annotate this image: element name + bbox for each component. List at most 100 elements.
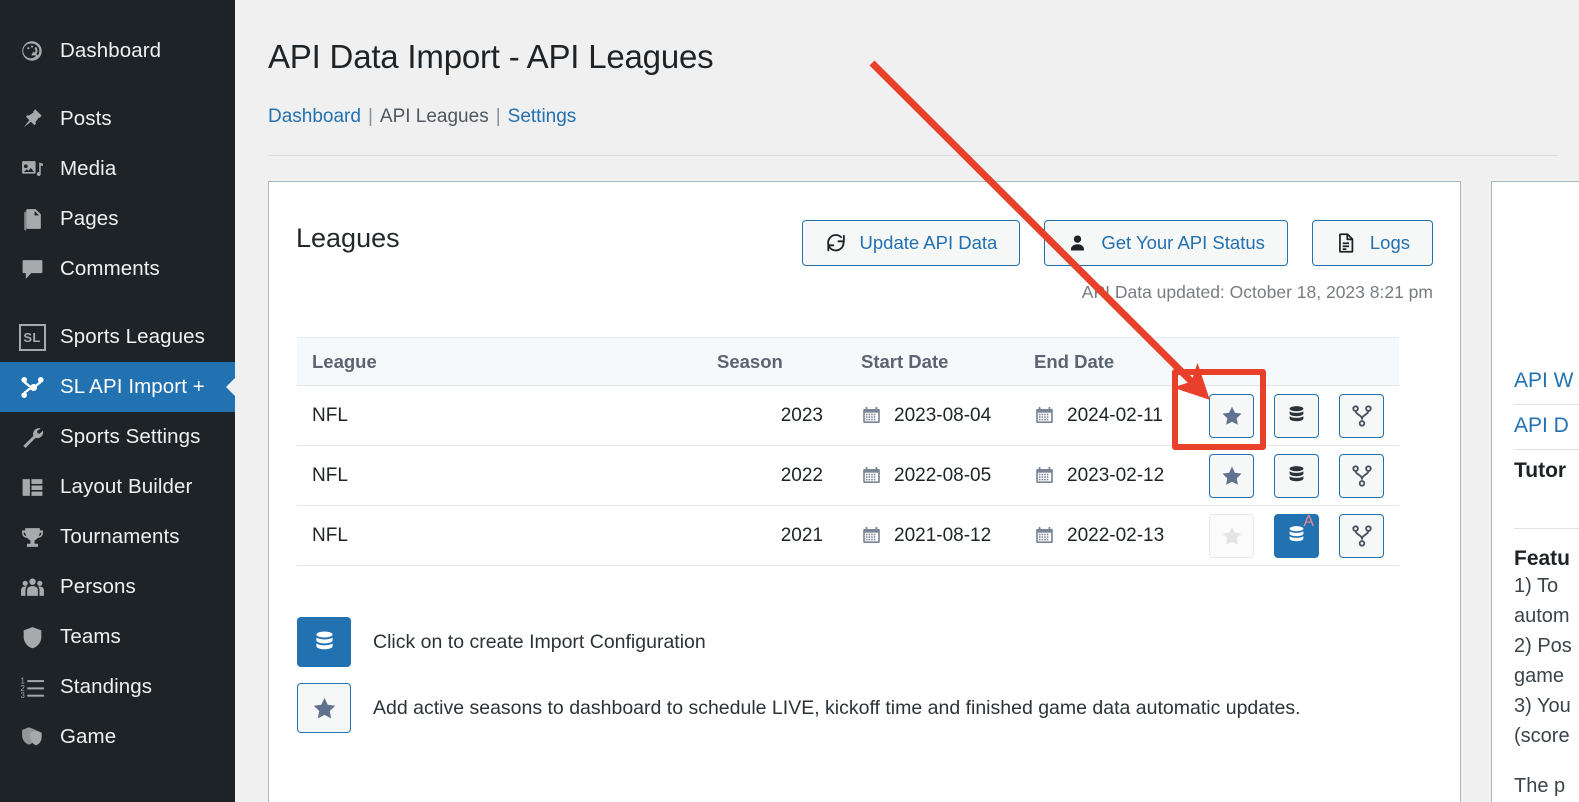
- legend-text: Add active seasons to dashboard to sched…: [373, 696, 1301, 719]
- sidebar-item-standings[interactable]: 1 2 3 Standings: [0, 662, 235, 712]
- toolbar-button-label: Get Your API Status: [1101, 232, 1265, 253]
- cell-end-date: 2024-02-11: [1019, 385, 1209, 446]
- side-panel-feature-line: 2) Pos: [1514, 635, 1572, 657]
- side-panel-trailing-line: The p: [1514, 775, 1566, 797]
- side-panel-features-heading: Featu: [1514, 547, 1571, 570]
- sidebar-item-label: Standings: [60, 675, 153, 698]
- sidebar-separator: [0, 76, 235, 94]
- card-title: Leagues: [296, 223, 400, 253]
- side-panel-inner: API W API D Tutor Featu 1) To autom 2) Pos…: [1492, 182, 1579, 801]
- calendar-icon: [1034, 405, 1055, 426]
- sidebar-item-label: Pages: [60, 207, 119, 230]
- cell-actions: [1209, 445, 1399, 506]
- branch-button[interactable]: [1339, 513, 1384, 558]
- cell-start-date: 2021-08-12: [837, 505, 1019, 566]
- sl-badge-icon: SL: [18, 323, 46, 351]
- breadcrumb-item-dashboard[interactable]: Dashboard: [268, 106, 361, 127]
- cell-start-date: 2022-08-05: [837, 445, 1019, 506]
- cell-league: NFL: [297, 505, 717, 566]
- side-panel-feature-line: game: [1514, 665, 1565, 687]
- breadcrumb-item-api-leagues: API Leagues: [379, 106, 489, 127]
- side-panel-feature-line: 3) You: [1514, 695, 1571, 717]
- sidebar-item-game[interactable]: Game: [0, 712, 235, 762]
- ordered-list-icon: 123: [12, 675, 52, 700]
- branch-button[interactable]: [1339, 393, 1384, 438]
- sidebar-item-label: Teams: [60, 625, 121, 648]
- database-button[interactable]: [1274, 453, 1319, 498]
- date-value-wrap: 2023-02-12: [1034, 465, 1209, 487]
- cell-season: 2022: [717, 445, 837, 506]
- sidebar-item-posts[interactable]: Posts: [0, 94, 235, 144]
- column-header-start-date: Start Date: [837, 337, 1019, 386]
- sidebar-item-label: SL API Import +: [60, 375, 205, 398]
- cell-actions: [1209, 385, 1399, 446]
- sidebar-item-dashboard[interactable]: Dashboard: [0, 26, 235, 76]
- sidebar-item-label: Game: [60, 725, 117, 748]
- star-button[interactable]: [1209, 513, 1254, 558]
- cell-end-date: 2022-02-13: [1019, 505, 1209, 566]
- row-action-buttons: [1209, 393, 1384, 438]
- sidebar-item-comments[interactable]: Comments: [0, 244, 235, 294]
- shields-icon: [12, 725, 52, 750]
- sidebar-item-layout-builder[interactable]: Layout Builder: [0, 462, 235, 512]
- admin-sidebar: Dashboard Posts Media Pages Comments SL Sports…: [0, 0, 235, 802]
- date-text: 2022-08-05: [894, 464, 992, 486]
- side-panel-link-api-w[interactable]: API W: [1514, 360, 1579, 405]
- file-lines-icon: [1335, 232, 1357, 254]
- sidebar-item-sports-settings[interactable]: Sports Settings: [0, 412, 235, 462]
- date-text: 2022-02-13: [1067, 524, 1165, 546]
- side-panel-spacer: [1514, 208, 1579, 360]
- toolbar-button-update-api-data[interactable]: Update API Data: [801, 220, 1021, 266]
- sidebar-separator: [0, 294, 235, 312]
- breadcrumb-separator: |: [367, 106, 373, 127]
- side-panel-link-api-d[interactable]: API D: [1514, 405, 1579, 450]
- database-button[interactable]: [1274, 393, 1319, 438]
- date-value-wrap: 2022-02-13: [1034, 525, 1209, 547]
- dashboard-icon: [12, 38, 52, 64]
- toolbar-button-label: Update API Data: [859, 232, 998, 253]
- database-button[interactable]: A: [1274, 512, 1319, 558]
- cell-league: NFL: [297, 385, 717, 446]
- legend-list: Click on to create Import Configuration A…: [297, 617, 1301, 749]
- leagues-card: Leagues Update API Data Get Your API Stat…: [268, 181, 1461, 802]
- sidebar-item-media[interactable]: Media: [0, 144, 235, 194]
- sidebar-item-label: Sports Settings: [60, 425, 201, 448]
- sidebar-item-label: Layout Builder: [60, 475, 193, 498]
- legend-text: Click on to create Import Configuration: [373, 630, 706, 653]
- content-area: API Data Import - API Leagues Dashboard |…: [235, 0, 1579, 802]
- sidebar-item-persons[interactable]: Persons: [0, 562, 235, 612]
- sidebar-item-pages[interactable]: Pages: [0, 194, 235, 244]
- sidebar-item-sports-leagues[interactable]: SL Sports Leagues: [0, 312, 235, 362]
- leagues-table-body: NFL 2023 2023-08-04 2024-02-11 NFL 2022 2022-0…: [297, 385, 1399, 566]
- active-badge: A: [1303, 512, 1314, 530]
- branch-button[interactable]: [1339, 453, 1384, 498]
- date-value-wrap: 2022-08-05: [861, 465, 1019, 487]
- cell-actions: A: [1209, 505, 1399, 566]
- header-divider: [268, 155, 1558, 156]
- star-button[interactable]: [1209, 453, 1254, 498]
- toolbar-button-logs[interactable]: Logs: [1311, 220, 1433, 266]
- breadcrumb: Dashboard | API Leagues | Settings: [268, 106, 576, 128]
- side-panel-feature-line: 1) To: [1514, 575, 1559, 597]
- toolbar-button-get-your-api-status[interactable]: Get Your API Status: [1044, 220, 1288, 266]
- sidebar-item-teams[interactable]: Teams: [0, 612, 235, 662]
- media-icon: [12, 157, 52, 182]
- api-import-icon: [12, 374, 52, 401]
- shield-icon: [12, 625, 52, 650]
- side-panel-tutorial-heading: Tutor: [1514, 459, 1567, 482]
- calendar-icon: [861, 405, 882, 426]
- comments-icon: [12, 257, 52, 282]
- cell-season: 2023: [717, 385, 837, 446]
- sidebar-item-sl-api-import[interactable]: SL API Import +: [0, 362, 235, 412]
- cell-league: NFL: [297, 445, 717, 506]
- cell-season: 2021: [717, 505, 837, 566]
- side-panel-feature-line: autom: [1514, 605, 1570, 627]
- user-icon: [1067, 233, 1088, 254]
- side-panel-feature-line: (score: [1514, 725, 1570, 747]
- date-text: 2023-02-12: [1067, 464, 1165, 486]
- sidebar-item-tournaments[interactable]: Tournaments: [0, 512, 235, 562]
- row-action-buttons: [1209, 453, 1384, 498]
- star-button[interactable]: [1209, 393, 1254, 438]
- breadcrumb-item-settings[interactable]: Settings: [508, 106, 577, 127]
- sidebar-item-label: Dashboard: [60, 39, 162, 62]
